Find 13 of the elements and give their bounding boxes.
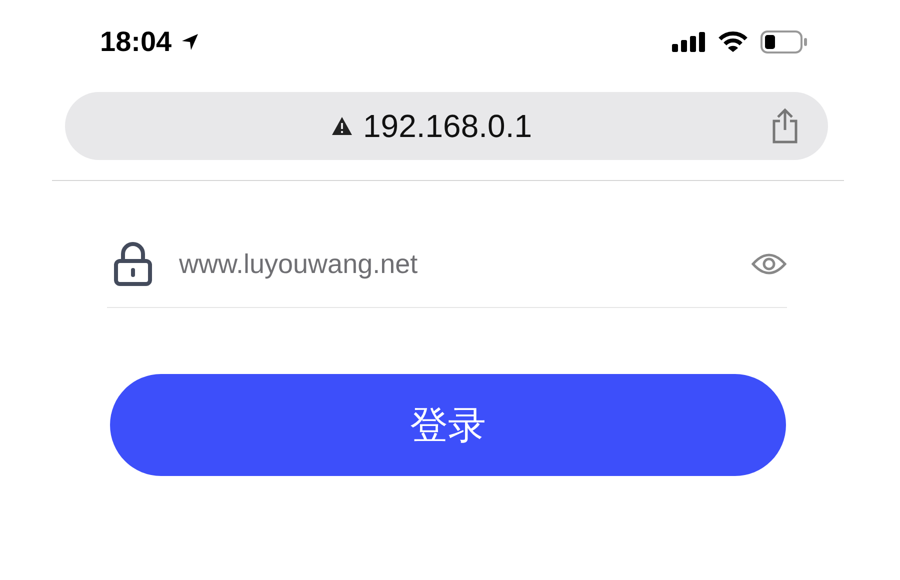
eye-icon[interactable]: [751, 252, 787, 276]
location-arrow-icon: [180, 32, 200, 52]
signal-icon: [672, 32, 706, 52]
status-time: 18:04: [100, 26, 172, 58]
wifi-icon: [718, 31, 748, 53]
address-bar[interactable]: 192.168.0.1: [65, 92, 828, 160]
lock-icon: [113, 242, 153, 286]
share-icon[interactable]: [770, 108, 800, 144]
warning-icon: [330, 116, 353, 136]
battery-icon: [760, 30, 808, 54]
address-text: 192.168.0.1: [362, 108, 532, 144]
login-button[interactable]: 登录: [110, 374, 786, 476]
password-field[interactable]: www.luyouwang.net: [179, 248, 725, 280]
